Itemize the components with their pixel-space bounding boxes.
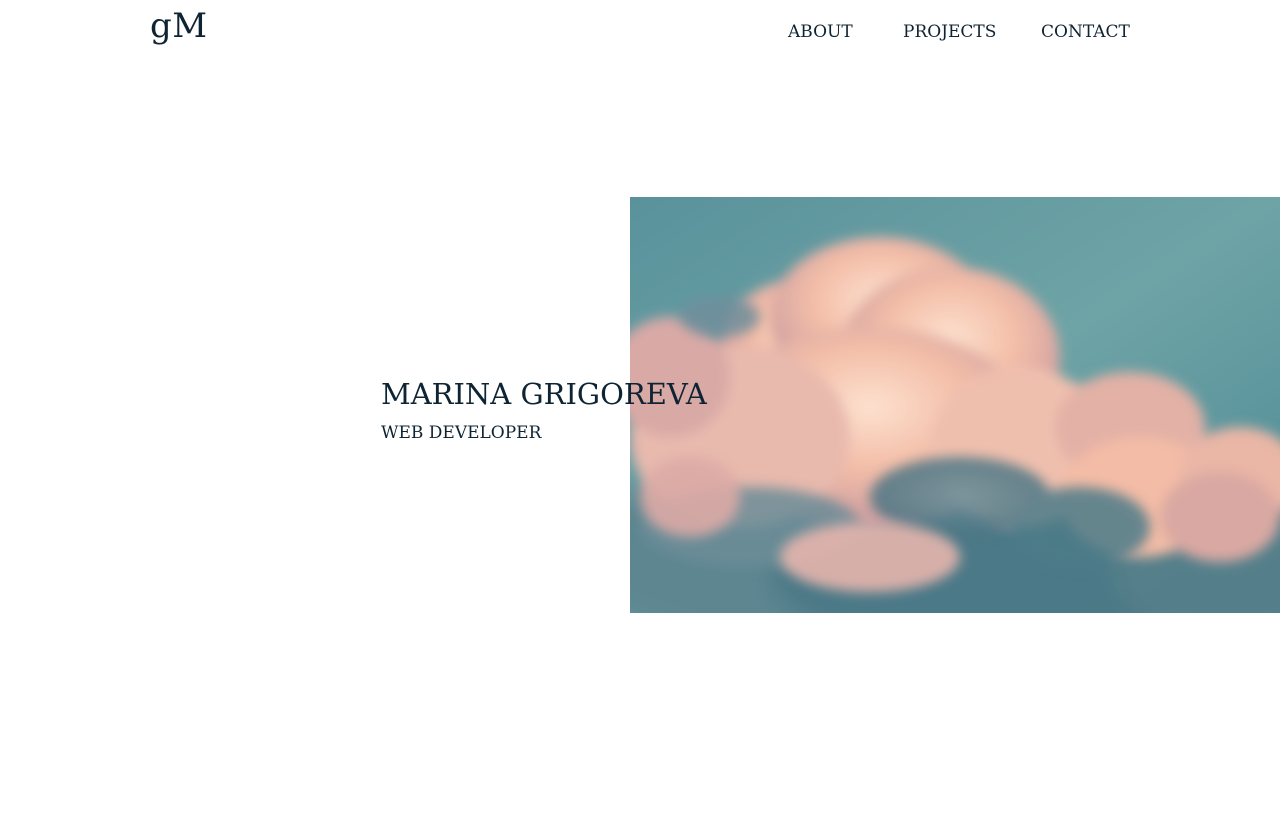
nav-link-about[interactable]: ABOUT xyxy=(788,20,853,44)
nav-link-contact[interactable]: CONTACT xyxy=(1041,20,1130,44)
hero-role: WEB DEVELOPER xyxy=(381,423,542,443)
main-nav: ABOUT PROJECTS CONTACT xyxy=(0,20,1280,44)
hero-name: MARINA GRIGOREVA xyxy=(381,377,707,411)
hero-cloud-image xyxy=(630,197,1280,613)
nav-link-projects[interactable]: PROJECTS xyxy=(903,20,996,44)
